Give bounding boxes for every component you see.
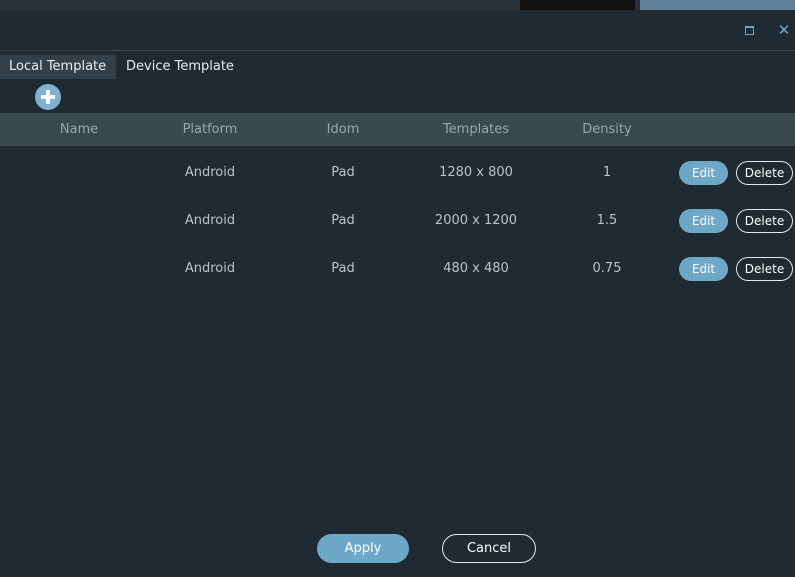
cell-density: 1 (602, 165, 612, 180)
column-header-name: Name (59, 122, 99, 137)
column-header-idom: Idom (326, 122, 360, 137)
table-row: Android Pad 1280 x 800 1 Edit Delete (0, 153, 795, 193)
cell-density: 1.5 (596, 213, 618, 228)
edit-button[interactable]: Edit (679, 257, 728, 281)
cell-templates: 2000 x 1200 (434, 213, 518, 228)
background-strip-dark (520, 0, 635, 10)
tab-local-template[interactable]: Local Template (0, 55, 116, 79)
add-template-button[interactable] (35, 84, 61, 110)
delete-button[interactable]: Delete (736, 209, 793, 233)
table-row: Android Pad 480 x 480 0.75 Edit Delete (0, 249, 795, 289)
edit-button[interactable]: Edit (679, 161, 728, 185)
edit-button[interactable]: Edit (679, 209, 728, 233)
cell-platform: Android (184, 213, 236, 228)
cancel-button[interactable]: Cancel (442, 534, 536, 563)
cell-idom: Pad (331, 261, 355, 276)
tab-device-template[interactable]: Device Template (126, 55, 234, 79)
close-icon[interactable]: ✕ (774, 20, 794, 40)
table-header: Name Platform Idom Templates Density (0, 113, 795, 146)
cell-platform: Android (184, 261, 236, 276)
cell-templates: 1280 x 800 (439, 165, 513, 180)
apply-button[interactable]: Apply (317, 534, 409, 563)
cell-idom: Pad (331, 165, 355, 180)
cell-density: 0.75 (592, 261, 622, 276)
delete-button[interactable]: Delete (736, 161, 793, 185)
column-header-density: Density (582, 122, 632, 137)
delete-button[interactable]: Delete (736, 257, 793, 281)
background-window-strip (0, 0, 795, 10)
column-header-templates: Templates (442, 122, 510, 137)
background-strip-blue (640, 0, 795, 10)
cell-templates: 480 x 480 (443, 261, 509, 276)
cell-idom: Pad (331, 213, 355, 228)
cell-platform: Android (184, 165, 236, 180)
maximize-icon[interactable] (739, 20, 759, 40)
column-header-platform: Platform (182, 122, 238, 137)
title-bar: ✕ (0, 10, 795, 51)
table-row: Android Pad 2000 x 1200 1.5 Edit Delete (0, 201, 795, 241)
